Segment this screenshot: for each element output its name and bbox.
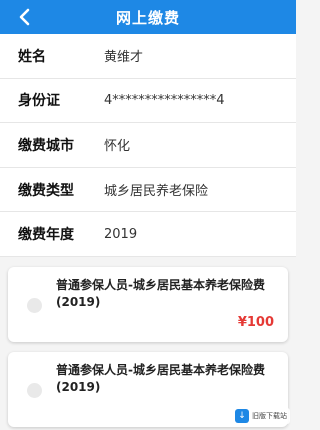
payment-item-card[interactable]: 普通参保人员-城乡居民基本养老保险费(2019) ¥100 [8, 266, 288, 342]
info-row-id: 身份证 4****************4 [0, 79, 296, 124]
back-button[interactable] [10, 0, 38, 34]
year-value: 2019 [104, 226, 138, 242]
id-value: 4****************4 [104, 92, 225, 108]
info-row-city[interactable]: 缴费城市 怀化 [0, 123, 296, 168]
year-label: 缴费年度 [18, 227, 74, 244]
watermark-logo-icon: ↓ [235, 409, 249, 423]
page-title: 网上缴费 [115, 8, 180, 27]
info-row-year[interactable]: 缴费年度 2019 [0, 212, 296, 257]
select-radio[interactable] [27, 297, 42, 313]
app-header: 网上缴费 [0, 0, 296, 34]
payment-item-list: 普通参保人员-城乡居民基本养老保险费(2019) ¥100 普通参保人员-城乡居… [0, 257, 296, 427]
name-value: 黄维才 [104, 50, 144, 66]
select-radio[interactable] [27, 382, 42, 398]
watermark-badge: ↓ 旧版下载站 [232, 408, 290, 424]
payer-info-section: 姓名 黄维才 身份证 4****************4 缴费城市 怀化 缴费… [0, 34, 296, 257]
chevron-left-icon [19, 8, 30, 26]
type-label: 缴费类型 [18, 182, 74, 199]
id-label: 身份证 [18, 93, 60, 110]
city-value: 怀化 [104, 139, 131, 155]
name-label: 姓名 [18, 48, 46, 65]
payment-item-name: 普通参保人员-城乡居民基本养老保险费(2019) [56, 362, 265, 394]
city-label: 缴费城市 [18, 137, 74, 154]
payment-item-amount: ¥100 [237, 314, 274, 330]
type-value: 城乡居民养老保险 [104, 184, 209, 200]
info-row-name: 姓名 黄维才 [0, 34, 296, 79]
info-row-type[interactable]: 缴费类型 城乡居民养老保险 [0, 168, 296, 213]
payment-item-name: 普通参保人员-城乡居民基本养老保险费(2019) [56, 277, 265, 309]
watermark-text: 旧版下载站 [252, 412, 287, 420]
